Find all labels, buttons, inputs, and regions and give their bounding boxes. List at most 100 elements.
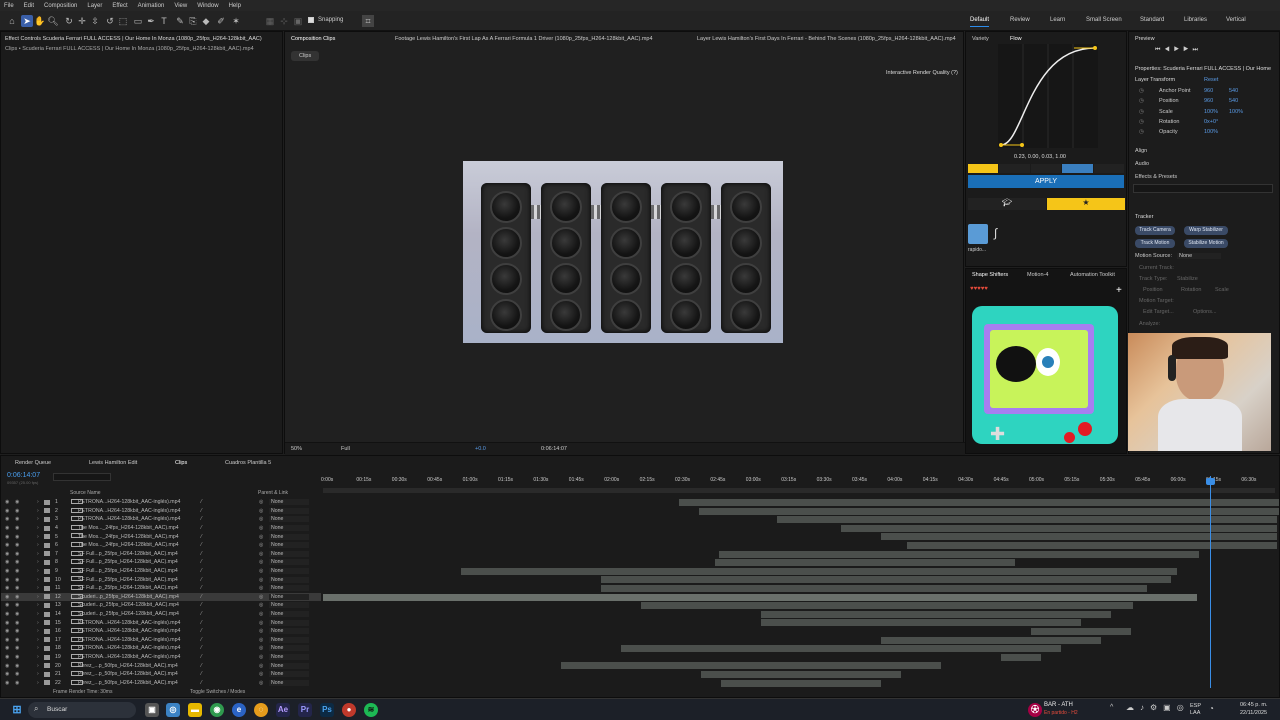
audio-section[interactable]: Audio	[1135, 161, 1149, 167]
match-score[interactable]: BAR - ATH	[1044, 702, 1073, 708]
audio-icon[interactable]: ◉	[15, 577, 20, 583]
home-icon[interactable]: ⌂	[6, 15, 18, 27]
shy-switch[interactable]: ⁄	[201, 645, 202, 651]
label-color-swatch[interactable]	[44, 559, 50, 565]
prop-value-1[interactable]: 0x+0°	[1204, 119, 1218, 125]
layer-name[interactable]: PETRONA...H264-128kbit_AAC-inglés).mp4	[78, 499, 180, 505]
audio-icon[interactable]: ◉	[15, 516, 20, 522]
prop-value-1[interactable]: 960	[1204, 98, 1213, 104]
windows-start-icon[interactable]: ⊞	[10, 703, 24, 717]
expand-arrow-icon[interactable]: ›	[37, 568, 39, 574]
prop-value-2[interactable]: 100%	[1229, 109, 1243, 115]
rectangle-tool-icon[interactable]: ▭	[132, 15, 144, 27]
shy-switch[interactable]: ⁄	[201, 628, 202, 634]
effect-controls-tab[interactable]: Effect Controls Scuderia Ferrari FULL AC…	[5, 36, 262, 42]
expand-arrow-icon[interactable]: ›	[37, 680, 39, 686]
plus-icon[interactable]: +	[1116, 285, 1122, 296]
eye-icon[interactable]: ◉	[5, 516, 10, 522]
layer-row[interactable]: ◉ ◉ › 10 SF Full...p_25fps_H264-128kbit_AAC)…	[1, 575, 321, 584]
timeline-tab-2[interactable]: Clips	[175, 460, 187, 466]
axis-local-icon[interactable]: ▦	[264, 15, 276, 27]
shy-switch[interactable]: ⁄	[201, 663, 202, 669]
expand-arrow-icon[interactable]: ›	[37, 516, 39, 522]
shy-switch[interactable]: ⁄	[201, 559, 202, 565]
menu-help[interactable]: Help	[229, 3, 241, 9]
playhead[interactable]	[1210, 476, 1211, 688]
expand-arrow-icon[interactable]: ›	[37, 499, 39, 505]
expand-arrow-icon[interactable]: ›	[37, 559, 39, 565]
orbit-tool-icon[interactable]: ↻	[63, 15, 75, 27]
puppet-tool-icon[interactable]: ✶	[230, 15, 242, 27]
language-indicator[interactable]: ESP	[1190, 703, 1201, 709]
layer-bar[interactable]	[881, 636, 1101, 644]
layer-name[interactable]: Perez_...p_50fps_H264-128kbit_AAC).mp4	[78, 671, 178, 677]
layer-row[interactable]: ◉ ◉ › 14 Scuderi...p_25fps_H264-128kbit_AAC)…	[1, 610, 321, 619]
shy-switch[interactable]: ⁄	[201, 654, 202, 660]
label-color-swatch[interactable]	[44, 551, 50, 557]
layer-row[interactable]: ◉ ◉ › 20 Perez_...p_50fps_H264-128kbit_AAC).…	[1, 661, 321, 670]
pickwhip-icon[interactable]: ◎	[259, 663, 264, 669]
expand-arrow-icon[interactable]: ›	[37, 534, 39, 540]
layer-row[interactable]: ◉ ◉ › 3 PETRONA...H264-128kbit_AAC-inglés).m…	[1, 515, 321, 524]
label-color-swatch[interactable]	[44, 594, 50, 600]
current-timecode[interactable]: 0:06:14:07	[7, 472, 40, 479]
label-color-swatch[interactable]	[44, 663, 50, 669]
shy-switch[interactable]: ⁄	[201, 499, 202, 505]
layer-bar[interactable]	[561, 662, 941, 670]
flow-mode-search-icon[interactable]	[968, 164, 999, 173]
clock-time[interactable]: 06:45 p. m.	[1240, 702, 1268, 708]
eye-icon[interactable]: ◉	[5, 637, 10, 643]
expand-arrow-icon[interactable]: ›	[37, 671, 39, 677]
audio-icon[interactable]: ◉	[15, 628, 20, 634]
keyboard-layout[interactable]: LAA	[1190, 710, 1200, 716]
label-color-swatch[interactable]	[44, 534, 50, 540]
layer-name[interactable]: Scuderi...p_25fps_H264-128kbit_AAC).mp4	[78, 594, 179, 600]
photoshop-icon[interactable]: Ps	[320, 703, 334, 717]
layer-name[interactable]: PETRONA...H264-128kbit_AAC-inglés).mp4	[78, 516, 180, 522]
expand-arrow-icon[interactable]: ›	[37, 542, 39, 548]
layer-bar[interactable]	[679, 499, 1279, 506]
edge-icon[interactable]: e	[232, 703, 246, 717]
audio-icon[interactable]: ◉	[15, 645, 20, 651]
stabilize-motion-button[interactable]: Stabilize Motion	[1184, 239, 1228, 248]
stopwatch-icon[interactable]: ◷	[1139, 119, 1144, 125]
layer-name[interactable]: The Mos..._24fps_H264-128kbit_AAC).mp4	[78, 534, 179, 540]
layer-bar[interactable]	[719, 550, 1199, 558]
variety-tab[interactable]: Variety	[972, 36, 989, 42]
pickwhip-icon[interactable]: ◎	[259, 534, 264, 540]
tray-icons[interactable]: ☁♪⚙▣◎	[1126, 703, 1190, 712]
pen-tool-icon[interactable]: ✒	[145, 15, 157, 27]
stopwatch-icon[interactable]: ◷	[1139, 129, 1144, 135]
snap-options-icon[interactable]: ⌗	[362, 15, 374, 27]
spotify-icon[interactable]: ≋	[364, 703, 378, 717]
move-tool-icon[interactable]: ✛	[76, 15, 88, 27]
layer-name[interactable]: Perez_...p_50fps_H264-128kbit_AAC).mp4	[78, 680, 178, 686]
preview-title[interactable]: Preview	[1135, 36, 1155, 42]
stopwatch-icon[interactable]: ◷	[1139, 109, 1144, 115]
curve-values[interactable]: 0.23, 0.00, 0.03, 1.00	[1014, 154, 1066, 160]
audio-icon[interactable]: ◉	[15, 602, 20, 608]
pan-tool-icon[interactable]: ⇳	[89, 15, 101, 27]
eye-icon[interactable]: ◉	[5, 594, 10, 600]
parent-select[interactable]: None	[269, 593, 309, 600]
layer-bar[interactable]	[721, 679, 881, 687]
shy-switch[interactable]: ⁄	[201, 534, 202, 540]
label-color-swatch[interactable]	[44, 525, 50, 531]
taskbar-search[interactable]: ⌕ Buscar	[28, 702, 136, 718]
flow-mode-back-icon[interactable]	[1093, 164, 1125, 173]
pickwhip-icon[interactable]: ◎	[259, 516, 264, 522]
layer-name[interactable]: Scuderi...p_25fps_H264-128kbit_AAC).mp4	[78, 602, 179, 608]
obs-icon[interactable]: ●	[342, 703, 356, 717]
eye-icon[interactable]: ◉	[5, 654, 10, 660]
label-color-swatch[interactable]	[44, 628, 50, 634]
parent-select[interactable]: None	[269, 662, 309, 669]
expand-arrow-icon[interactable]: ›	[37, 654, 39, 660]
parent-select[interactable]: None	[269, 645, 309, 652]
roto-brush-tool-icon[interactable]: ✐	[215, 15, 227, 27]
expand-arrow-icon[interactable]: ›	[37, 577, 39, 583]
selection-tool-icon[interactable]: ➤	[21, 15, 33, 27]
layer-row[interactable]: ◉ ◉ › 4 The Mos..._24fps_H264-128kbit_AAC).m…	[1, 524, 321, 533]
eye-icon[interactable]: ◉	[5, 602, 10, 608]
align-section[interactable]: Align	[1135, 148, 1147, 154]
prop-value-2[interactable]: 540	[1229, 98, 1238, 104]
